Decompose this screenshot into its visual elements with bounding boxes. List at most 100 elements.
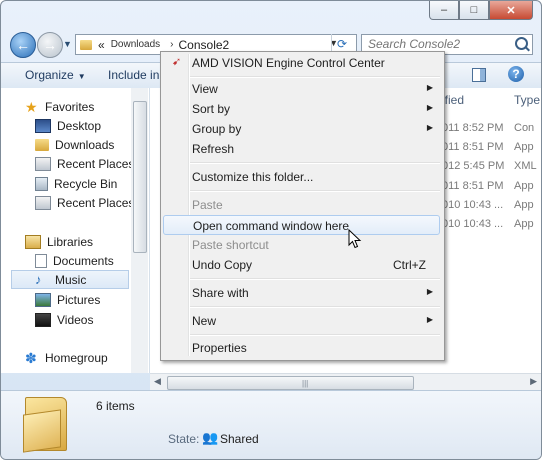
close-button[interactable]: ✕ [489, 1, 533, 20]
menu-item-new[interactable]: New ▶ [163, 311, 440, 331]
menu-item-sort-by[interactable]: Sort by ▶ [163, 99, 440, 119]
row-date[interactable]: 011 8:51 PM [442, 141, 504, 153]
row-date[interactable]: 012 5:45 PM [442, 160, 504, 172]
state-label: State: [168, 432, 200, 446]
menu-shortcut: Ctrl+Z [393, 258, 426, 272]
breadcrumb-console2[interactable]: Console2 [179, 38, 230, 52]
videos-icon [35, 312, 51, 327]
menu-separator [190, 334, 440, 336]
organize-button[interactable]: Organize ▼ [25, 68, 86, 82]
menu-item-amd-vision[interactable]: ➹ AMD VISION Engine Control Center [163, 53, 440, 73]
nav-label: Pictures [57, 292, 101, 307]
menu-item-properties[interactable]: Properties [163, 338, 440, 358]
menu-separator [190, 76, 440, 78]
column-header-date-modified[interactable]: ified [442, 93, 464, 107]
menu-item-paste-shortcut[interactable]: Paste shortcut [163, 235, 440, 255]
menu-item-undo-copy[interactable]: Undo Copy Ctrl+Z [163, 255, 440, 275]
menu-item-view[interactable]: View ▶ [163, 79, 440, 99]
recent-places-icon [35, 156, 51, 171]
menu-separator [190, 162, 440, 164]
row-date[interactable]: 011 8:52 PM [442, 122, 504, 134]
address-overflow-chevron[interactable]: « [98, 38, 105, 52]
search-icon[interactable] [515, 37, 528, 50]
scrollbar-thumb[interactable]: ||| [167, 376, 414, 390]
minimize-button[interactable]: – [429, 1, 459, 20]
menu-label: Group by [192, 122, 242, 136]
desktop-icon [35, 118, 51, 133]
navigation-pane: ★ Favorites Desktop Downloads Recent Plac… [1, 88, 150, 373]
forward-arrow-icon: → [43, 37, 57, 53]
amd-icon: ➹ [172, 56, 182, 68]
libraries-icon [25, 234, 41, 249]
folder-icon [35, 138, 49, 151]
menu-label: Paste shortcut [192, 238, 269, 252]
nav-label: Downloads [55, 137, 115, 152]
menu-label: Share with [192, 286, 249, 300]
nav-label: Documents [53, 253, 114, 268]
items-count: 6 items [96, 399, 135, 413]
submenu-arrow-icon: ▶ [426, 287, 433, 296]
row-date[interactable]: 010 10:43 ... [442, 218, 503, 230]
include-in-library-button[interactable]: Include in [108, 68, 159, 82]
menu-label: Open command window here [193, 219, 350, 233]
row-type[interactable]: App [514, 199, 534, 211]
context-menu: ➹ AMD VISION Engine Control Center View ▶ … [160, 51, 445, 361]
menu-item-share-with[interactable]: Share with ▶ [163, 283, 440, 303]
row-date[interactable]: 011 8:51 PM [442, 180, 504, 192]
help-icon[interactable]: ? [508, 66, 524, 82]
search-input[interactable] [366, 36, 510, 52]
submenu-arrow-icon: ▶ [426, 83, 433, 92]
menu-item-refresh[interactable]: Refresh [163, 139, 440, 159]
menu-item-group-by[interactable]: Group by ▶ [163, 119, 440, 139]
recent-places-icon [35, 195, 51, 210]
star-icon: ★ [25, 98, 38, 115]
forward-button[interactable]: → [37, 32, 63, 58]
scroll-left-icon[interactable]: ◀ [154, 376, 161, 387]
row-type[interactable]: App [514, 141, 534, 153]
nav-label: Videos [57, 312, 94, 327]
folder-icon [25, 397, 67, 451]
menu-item-customize-folder[interactable]: Customize this folder... [163, 167, 440, 187]
menu-item-open-command-window[interactable]: Open command window here [163, 215, 440, 235]
state-value: Shared [220, 432, 259, 446]
menu-label: AMD VISION Engine Control Center [192, 56, 385, 70]
horizontal-scrollbar[interactable]: ◀ ||| ▶ [150, 373, 541, 391]
row-type[interactable]: Con [514, 122, 534, 134]
column-header-type[interactable]: Type [514, 93, 540, 107]
maximize-button[interactable]: □ [459, 1, 489, 20]
nav-label: Desktop [57, 118, 102, 133]
chevron-down-icon: ▼ [77, 72, 86, 81]
scroll-right-icon[interactable]: ▶ [530, 376, 537, 387]
row-date[interactable]: 010 10:43 ... [442, 199, 503, 211]
breadcrumb-separator[interactable]: › [170, 39, 173, 50]
shared-users-icon: 👥 [202, 430, 219, 445]
nav-label: Favorites [45, 99, 95, 114]
menu-separator [190, 190, 440, 192]
nav-label: Libraries [47, 234, 94, 249]
nav-label: Recent Places [57, 156, 135, 171]
details-pane: 6 items State: 👥 Shared [1, 390, 541, 459]
recent-pages-dropdown[interactable]: ▼ [63, 39, 72, 49]
preview-pane-icon[interactable] [472, 68, 486, 82]
breadcrumb-downloads-label[interactable]: Downloads [111, 39, 160, 50]
navigation-scrollbar[interactable] [131, 88, 148, 373]
submenu-arrow-icon: ▶ [426, 103, 433, 112]
submenu-arrow-icon: ▶ [426, 123, 433, 132]
menu-item-paste[interactable]: Paste [163, 195, 440, 215]
row-type[interactable]: XML [514, 160, 537, 172]
menu-label: Undo Copy [192, 258, 253, 272]
pictures-icon [35, 292, 51, 307]
back-button[interactable]: ← [10, 32, 36, 58]
title-bar-buttons: – □ ✕ [429, 1, 533, 20]
explorer-window: – □ ✕ ← → ▼ « Downloads › Console2 ▼ ⟳ O… [0, 0, 542, 460]
menu-label: Customize this folder... [192, 170, 314, 184]
scrollbar-thumb[interactable] [133, 101, 147, 253]
nav-music[interactable]: ♪ Music [11, 270, 129, 289]
documents-icon [35, 253, 47, 268]
nav-label: Music [55, 272, 87, 287]
row-type[interactable]: App [514, 218, 534, 230]
menu-label: Properties [192, 341, 247, 355]
row-type[interactable]: App [514, 180, 534, 192]
menu-label: Sort by [192, 102, 231, 116]
menu-label: View [192, 82, 218, 96]
